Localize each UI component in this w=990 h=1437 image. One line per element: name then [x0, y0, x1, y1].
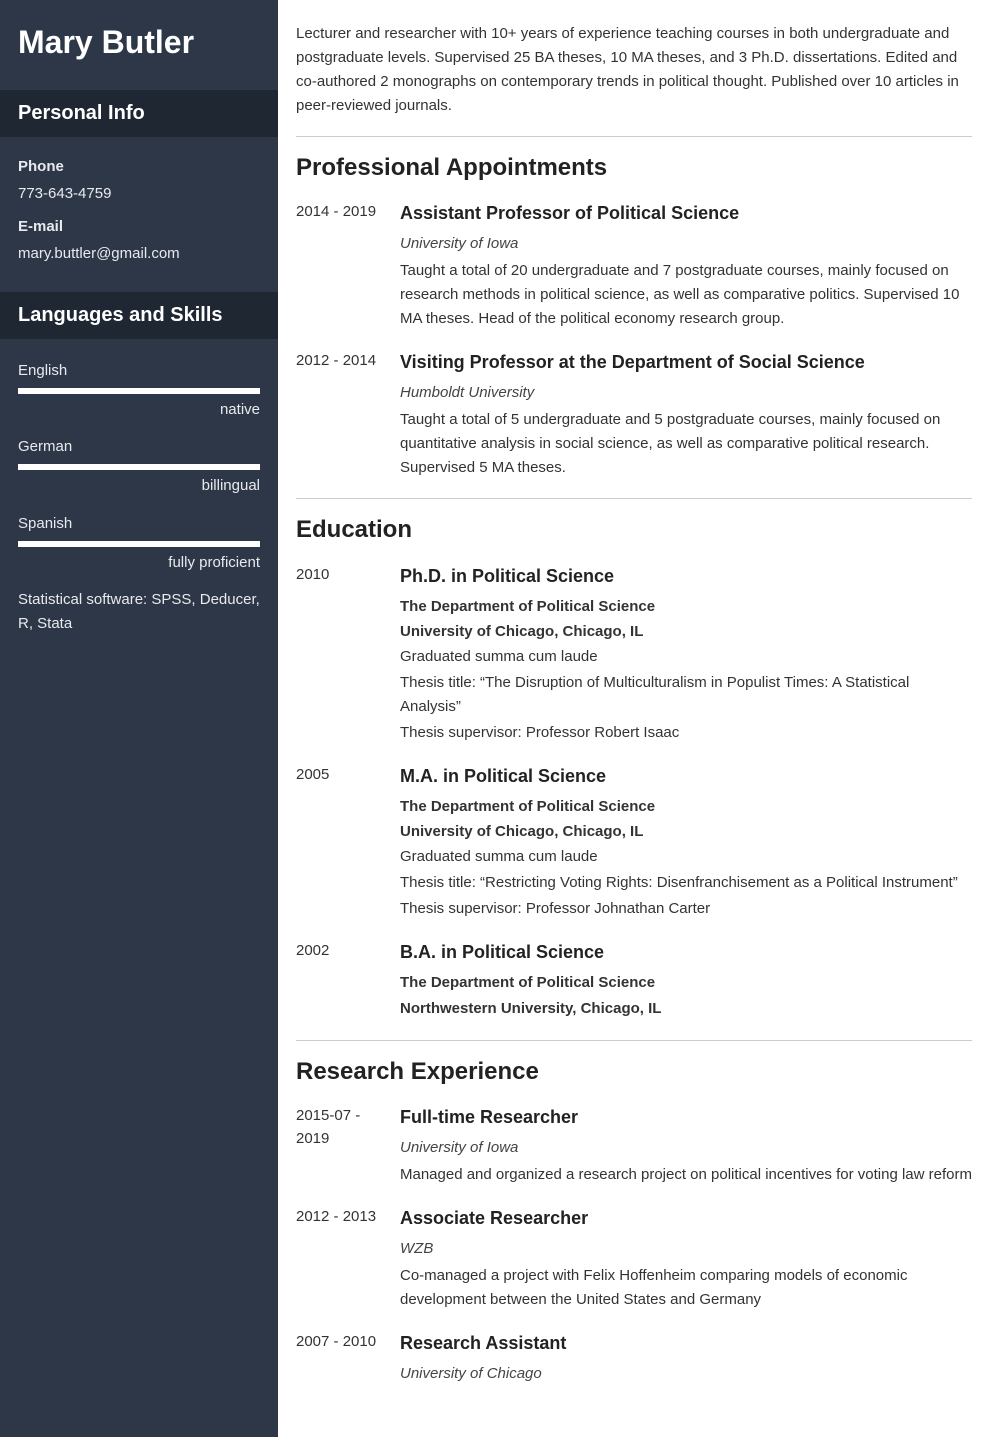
entry-honors: Graduated summa cum laude [400, 845, 972, 869]
research-heading: Research Experience [296, 1053, 972, 1090]
entry-date: 2012 - 2013 [296, 1205, 400, 1312]
education-heading: Education [296, 511, 972, 548]
language-name: Spanish [18, 512, 260, 535]
appointments-heading: Professional Appointments [296, 149, 972, 186]
entry-body: Visiting Professor at the Department of … [400, 349, 972, 480]
entry-supervisor: Thesis supervisor: Professor Robert Isaa… [400, 721, 972, 745]
entry-university: University of Chicago, Chicago, IL [400, 820, 972, 843]
phone-value: 773-643-4759 [18, 182, 260, 205]
entry-org: WZB [400, 1237, 972, 1260]
personal-info-heading: Personal Info [0, 90, 278, 137]
entry-date: 2010 [296, 563, 400, 745]
email-label: E-mail [18, 215, 260, 238]
skill-bar [18, 464, 260, 470]
entry-date: 2012 - 2014 [296, 349, 400, 480]
language-item: Spanish fully proficient [18, 512, 260, 575]
divider [296, 136, 972, 137]
entry-dept: The Department of Political Science [400, 795, 972, 818]
entry-honors: Graduated summa cum laude [400, 645, 972, 669]
entry-date: 2005 [296, 763, 400, 921]
language-item: English native [18, 359, 260, 422]
entry-title: Research Assistant [400, 1330, 972, 1358]
entry-thesis: Thesis title: “The Disruption of Multicu… [400, 671, 972, 719]
languages-skills-heading: Languages and Skills [0, 292, 278, 339]
entry-thesis: Thesis title: “Restricting Voting Rights… [400, 871, 972, 895]
appointment-entry: 2014 - 2019 Assistant Professor of Polit… [296, 200, 972, 331]
education-entry: 2010 Ph.D. in Political Science The Depa… [296, 563, 972, 745]
education-entry: 2005 M.A. in Political Science The Depar… [296, 763, 972, 921]
language-item: German billingual [18, 435, 260, 498]
skill-bar [18, 388, 260, 394]
entry-title: Full-time Researcher [400, 1104, 972, 1132]
main-content: Lecturer and researcher with 10+ years o… [278, 0, 990, 1437]
entry-title: B.A. in Political Science [400, 939, 972, 967]
personal-info-block: Phone 773-643-4759 E-mail mary.buttler@g… [0, 137, 278, 292]
entry-title: Visiting Professor at the Department of … [400, 349, 972, 377]
languages-skills-block: English native German billingual Spanish… [0, 339, 278, 653]
entry-desc: Co-managed a project with Felix Hoffenhe… [400, 1264, 972, 1312]
research-entry: 2012 - 2013 Associate Researcher WZB Co-… [296, 1205, 972, 1312]
entry-desc: Taught a total of 5 undergraduate and 5 … [400, 408, 972, 480]
skills-text: Statistical software: SPSS, Deducer, R, … [18, 588, 260, 636]
email-value: mary.buttler@gmail.com [18, 242, 260, 265]
language-level: billingual [18, 474, 260, 497]
entry-date: 2002 [296, 939, 400, 1021]
entry-body: B.A. in Political Science The Department… [400, 939, 972, 1021]
language-name: German [18, 435, 260, 458]
entry-title: Ph.D. in Political Science [400, 563, 972, 591]
entry-body: Full-time Researcher University of Iowa … [400, 1104, 972, 1187]
entry-title: Associate Researcher [400, 1205, 972, 1233]
entry-desc: Taught a total of 20 undergraduate and 7… [400, 259, 972, 331]
entry-date: 2007 - 2010 [296, 1330, 400, 1389]
divider [296, 498, 972, 499]
entry-org: University of Iowa [400, 232, 972, 255]
summary-text: Lecturer and researcher with 10+ years o… [296, 22, 972, 118]
entry-university: University of Chicago, Chicago, IL [400, 620, 972, 643]
entry-body: Ph.D. in Political Science The Departmen… [400, 563, 972, 745]
entry-org: Humboldt University [400, 381, 972, 404]
entry-body: Research Assistant University of Chicago [400, 1330, 972, 1389]
entry-body: M.A. in Political Science The Department… [400, 763, 972, 921]
entry-dept: The Department of Political Science [400, 595, 972, 618]
language-level: fully proficient [18, 551, 260, 574]
language-name: English [18, 359, 260, 382]
entry-body: Associate Researcher WZB Co-managed a pr… [400, 1205, 972, 1312]
entry-university: Northwestern University, Chicago, IL [400, 997, 972, 1020]
person-name: Mary Butler [0, 0, 278, 90]
entry-date: 2015-07 - 2019 [296, 1104, 400, 1187]
education-entry: 2002 B.A. in Political Science The Depar… [296, 939, 972, 1021]
entry-dept: The Department of Political Science [400, 971, 972, 994]
skill-bar [18, 541, 260, 547]
entry-title: M.A. in Political Science [400, 763, 972, 791]
appointment-entry: 2012 - 2014 Visiting Professor at the De… [296, 349, 972, 480]
entry-date: 2014 - 2019 [296, 200, 400, 331]
entry-title: Assistant Professor of Political Science [400, 200, 972, 228]
divider [296, 1040, 972, 1041]
entry-org: University of Iowa [400, 1136, 972, 1159]
entry-supervisor: Thesis supervisor: Professor Johnathan C… [400, 897, 972, 921]
phone-label: Phone [18, 155, 260, 178]
sidebar: Mary Butler Personal Info Phone 773-643-… [0, 0, 278, 1437]
research-entry: 2015-07 - 2019 Full-time Researcher Univ… [296, 1104, 972, 1187]
language-level: native [18, 398, 260, 421]
entry-org: University of Chicago [400, 1362, 972, 1385]
entry-desc: Managed and organized a research project… [400, 1163, 972, 1187]
entry-body: Assistant Professor of Political Science… [400, 200, 972, 331]
research-entry: 2007 - 2010 Research Assistant Universit… [296, 1330, 972, 1389]
resume-page: Mary Butler Personal Info Phone 773-643-… [0, 0, 990, 1437]
